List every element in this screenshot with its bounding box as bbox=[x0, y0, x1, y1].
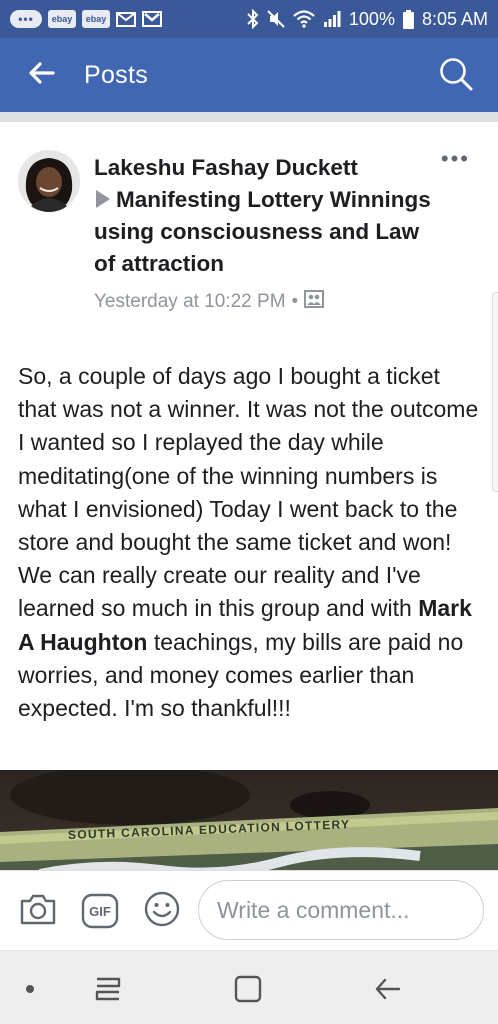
author-avatar[interactable] bbox=[18, 150, 80, 212]
system-nav-bar bbox=[0, 950, 498, 1024]
post-text-part: So, a couple of days ago I bought a tick… bbox=[18, 363, 479, 622]
back-icon[interactable] bbox=[372, 973, 404, 1005]
group-privacy-icon bbox=[304, 290, 325, 314]
post-options-button[interactable]: ••• bbox=[441, 148, 470, 170]
system-icons: 100% 8:05 AM bbox=[247, 9, 488, 30]
group-name[interactable]: Manifesting Lottery Winnings using consc… bbox=[94, 187, 431, 276]
arrow-right-icon bbox=[96, 190, 110, 208]
status-bar: ••• ebay ebay 100% 8:05 AM bbox=[0, 0, 498, 38]
emoji-button[interactable] bbox=[142, 891, 182, 931]
meta-separator: • bbox=[291, 291, 299, 312]
post-meta: Yesterday at 10:22 PM • bbox=[94, 290, 434, 314]
notification-icons: ••• ebay ebay bbox=[10, 10, 162, 28]
clock: 8:05 AM bbox=[421, 8, 488, 29]
battery-level: 100% bbox=[348, 8, 395, 29]
wifi-icon bbox=[293, 10, 315, 28]
gif-label: GIF bbox=[89, 903, 111, 919]
scroll-indicator[interactable] bbox=[492, 292, 498, 492]
ebay-icon: ebay bbox=[82, 10, 110, 28]
post-header: Lakeshu Fashay Duckett Manifesting Lotte… bbox=[94, 152, 434, 314]
smiley-icon bbox=[143, 890, 181, 933]
comment-bar: GIF Write a comment... bbox=[0, 870, 498, 950]
mute-icon bbox=[267, 10, 285, 28]
post-photo[interactable]: SOUTH CAROLINA EDUCATION LOTTERY bbox=[0, 770, 498, 880]
app-bar: Posts bbox=[0, 38, 498, 112]
mail-icon bbox=[116, 11, 136, 27]
battery-icon bbox=[402, 9, 414, 29]
search-button[interactable] bbox=[436, 56, 476, 96]
gmail-icon bbox=[142, 11, 162, 27]
search-icon bbox=[438, 56, 474, 97]
post-timestamp[interactable]: Yesterday at 10:22 PM bbox=[94, 291, 286, 313]
home-icon[interactable] bbox=[232, 973, 264, 1005]
camera-icon bbox=[19, 892, 57, 931]
ebay-icon: ebay bbox=[48, 10, 76, 28]
gif-button[interactable]: GIF bbox=[80, 891, 120, 931]
back-button[interactable] bbox=[0, 38, 84, 112]
signal-icon bbox=[323, 10, 341, 28]
dot-icon[interactable] bbox=[14, 973, 46, 1005]
post-text: So, a couple of days ago I bought a tick… bbox=[18, 360, 484, 725]
page-title: Posts bbox=[84, 60, 149, 89]
more-dots-icon: ••• bbox=[10, 10, 42, 28]
post-heading: Lakeshu Fashay Duckett Manifesting Lotte… bbox=[94, 152, 434, 280]
bluetooth-icon bbox=[247, 9, 259, 29]
comment-input[interactable]: Write a comment... bbox=[198, 880, 484, 940]
camera-button[interactable] bbox=[18, 891, 58, 931]
back-arrow-icon bbox=[29, 61, 55, 89]
recent-apps-icon[interactable] bbox=[92, 973, 124, 1005]
author-name[interactable]: Lakeshu Fashay Duckett bbox=[94, 155, 358, 180]
post-card: Lakeshu Fashay Duckett Manifesting Lotte… bbox=[0, 112, 498, 880]
